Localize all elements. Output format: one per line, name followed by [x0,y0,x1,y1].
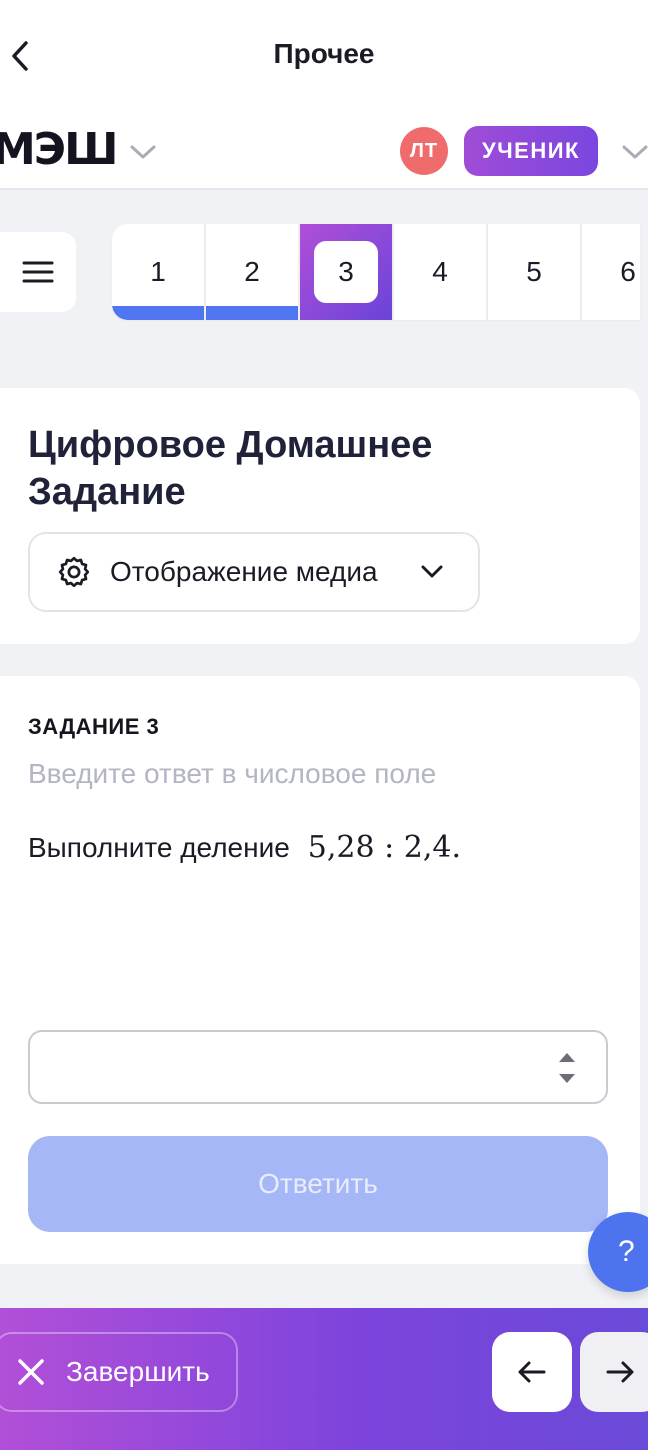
assignment-card: Цифровое Домашнее Задание Отображение ме… [0,388,640,644]
task-nav-item-2[interactable]: 2 [206,224,300,320]
task-expression: 5,28 : 2,4. [307,830,462,865]
task-nav-item-5[interactable]: 5 [488,224,582,320]
task-nav-label: 1 [150,256,166,287]
finish-label: Завершить [66,1356,210,1387]
task-card: ЗАДАНИЕ 3 Введите ответ в числовое поле … [0,676,640,1264]
task-nav-label: 6 [620,256,636,287]
task-nav-item-1[interactable]: 1 [112,224,206,320]
task-nav-label: 5 [526,256,542,287]
number-stepper-icon[interactable] [556,1048,578,1088]
media-display-dropdown[interactable]: Отображение медиа [28,532,480,612]
submit-answer-button[interactable]: Ответить [28,1136,608,1232]
avatar[interactable]: ЛТ [400,127,448,175]
task-nav-item-6[interactable]: 6 [582,224,640,320]
chevron-down-icon[interactable] [128,140,158,164]
previous-task-button[interactable] [492,1332,572,1412]
assignment-title: Цифровое Домашнее Задание [28,424,433,513]
chevron-down-icon[interactable] [620,140,648,164]
top-bar: Прочее [0,0,648,112]
next-task-button[interactable] [580,1332,648,1412]
task-nav-label: 4 [432,256,448,287]
role-badge[interactable]: УЧЕНИК [464,126,598,176]
arrow-left-icon [518,1361,546,1383]
task-nav-item-3[interactable]: 3 [300,224,394,320]
task-navigator: 1 2 3 4 5 6 [112,224,640,320]
task-hint: Введите ответ в числовое поле [28,758,437,789]
menu-button[interactable] [0,232,76,312]
answer-field-wrapper [28,1030,608,1104]
gear-icon [58,556,90,588]
close-icon [18,1359,44,1385]
task-label: ЗАДАНИЕ 3 [28,714,160,739]
task-question-text: Выполните деление [28,832,290,863]
chevron-down-icon [421,565,443,578]
page-title: Прочее [273,38,375,69]
task-nav-label: 2 [244,256,260,287]
media-display-label: Отображение медиа [110,556,378,587]
app-header: МЭШ ЛТ УЧЕНИК [0,112,648,190]
arrow-right-icon [606,1361,634,1383]
task-nav-current-box: 3 [314,241,378,303]
task-question: Выполните деление 5,28 : 2,4. [28,830,461,865]
task-nav-label: 3 [338,256,354,287]
app-logo[interactable]: МЭШ [0,124,118,175]
answer-input[interactable] [30,1032,606,1102]
finish-button[interactable]: Завершить [0,1332,238,1412]
bottom-bar: Завершить [0,1308,648,1450]
task-nav-item-4[interactable]: 4 [394,224,488,320]
hamburger-menu-icon [22,261,54,283]
